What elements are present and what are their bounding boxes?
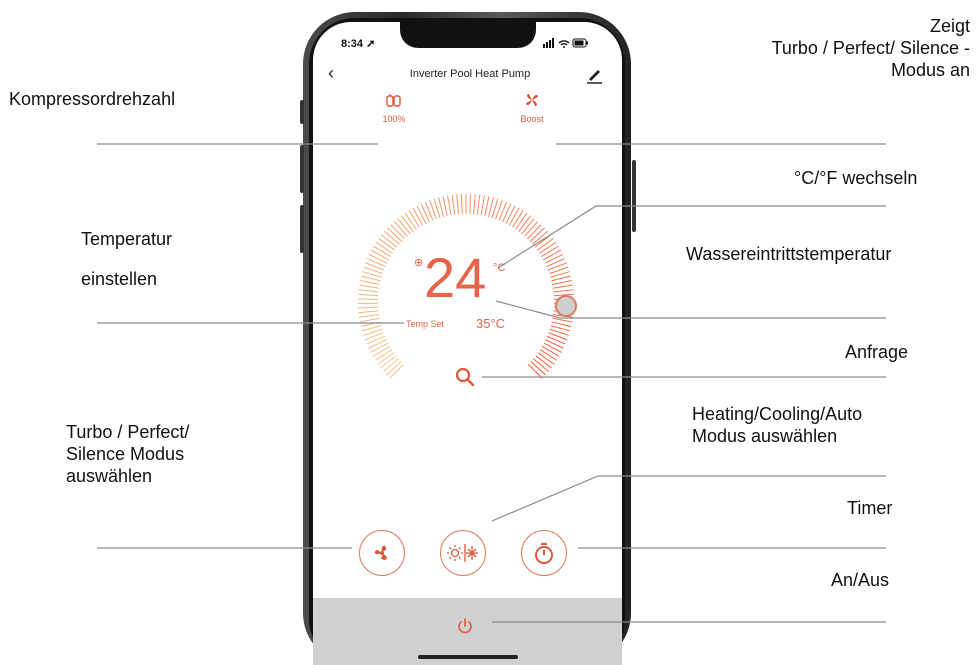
callout-celsius: °C/°F wechseln: [794, 168, 918, 188]
callout-temp-einstellen: Temperatur einstellen: [81, 229, 173, 289]
callout-timer: Timer: [847, 498, 893, 518]
callout-anfrage: Anfrage: [845, 342, 909, 362]
callout-turbo: Turbo / Perfect/ Silence Modus auswählen: [66, 422, 190, 486]
callout-anaus: An/Aus: [831, 570, 890, 590]
callout-kompressor: Kompressordrehzahl: [9, 89, 176, 109]
callout-heating: Heating/Cooling/Auto Modus auswählen: [692, 404, 863, 446]
callout-zeigt: Zeigt Turbo / Perfect/ Silence - Modus a…: [771, 16, 970, 80]
callout-wasser: Wassereintrittstemperatur: [686, 244, 892, 264]
